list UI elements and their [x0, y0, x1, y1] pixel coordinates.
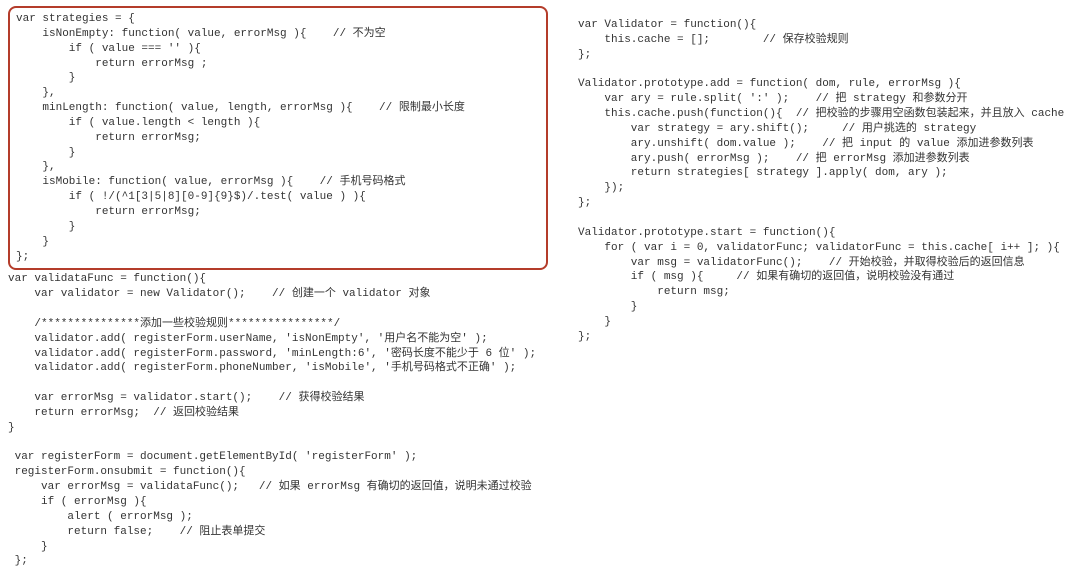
left-column: var strategies = { isNonEmpty: function(… [8, 6, 548, 569]
code-figure: { "left": { "boxed": "var strategies = {… [0, 0, 1080, 567]
validator-class-code: var Validator = function(){ this.cache =… [578, 18, 1072, 345]
validata-func-code: var validataFunc = function(){ var valid… [8, 272, 548, 569]
strategies-code: var strategies = { isNonEmpty: function(… [16, 12, 540, 264]
highlighted-code-box: var strategies = { isNonEmpty: function(… [8, 6, 548, 270]
right-column: var Validator = function(){ this.cache =… [578, 6, 1072, 569]
columns: var strategies = { isNonEmpty: function(… [8, 6, 1072, 569]
